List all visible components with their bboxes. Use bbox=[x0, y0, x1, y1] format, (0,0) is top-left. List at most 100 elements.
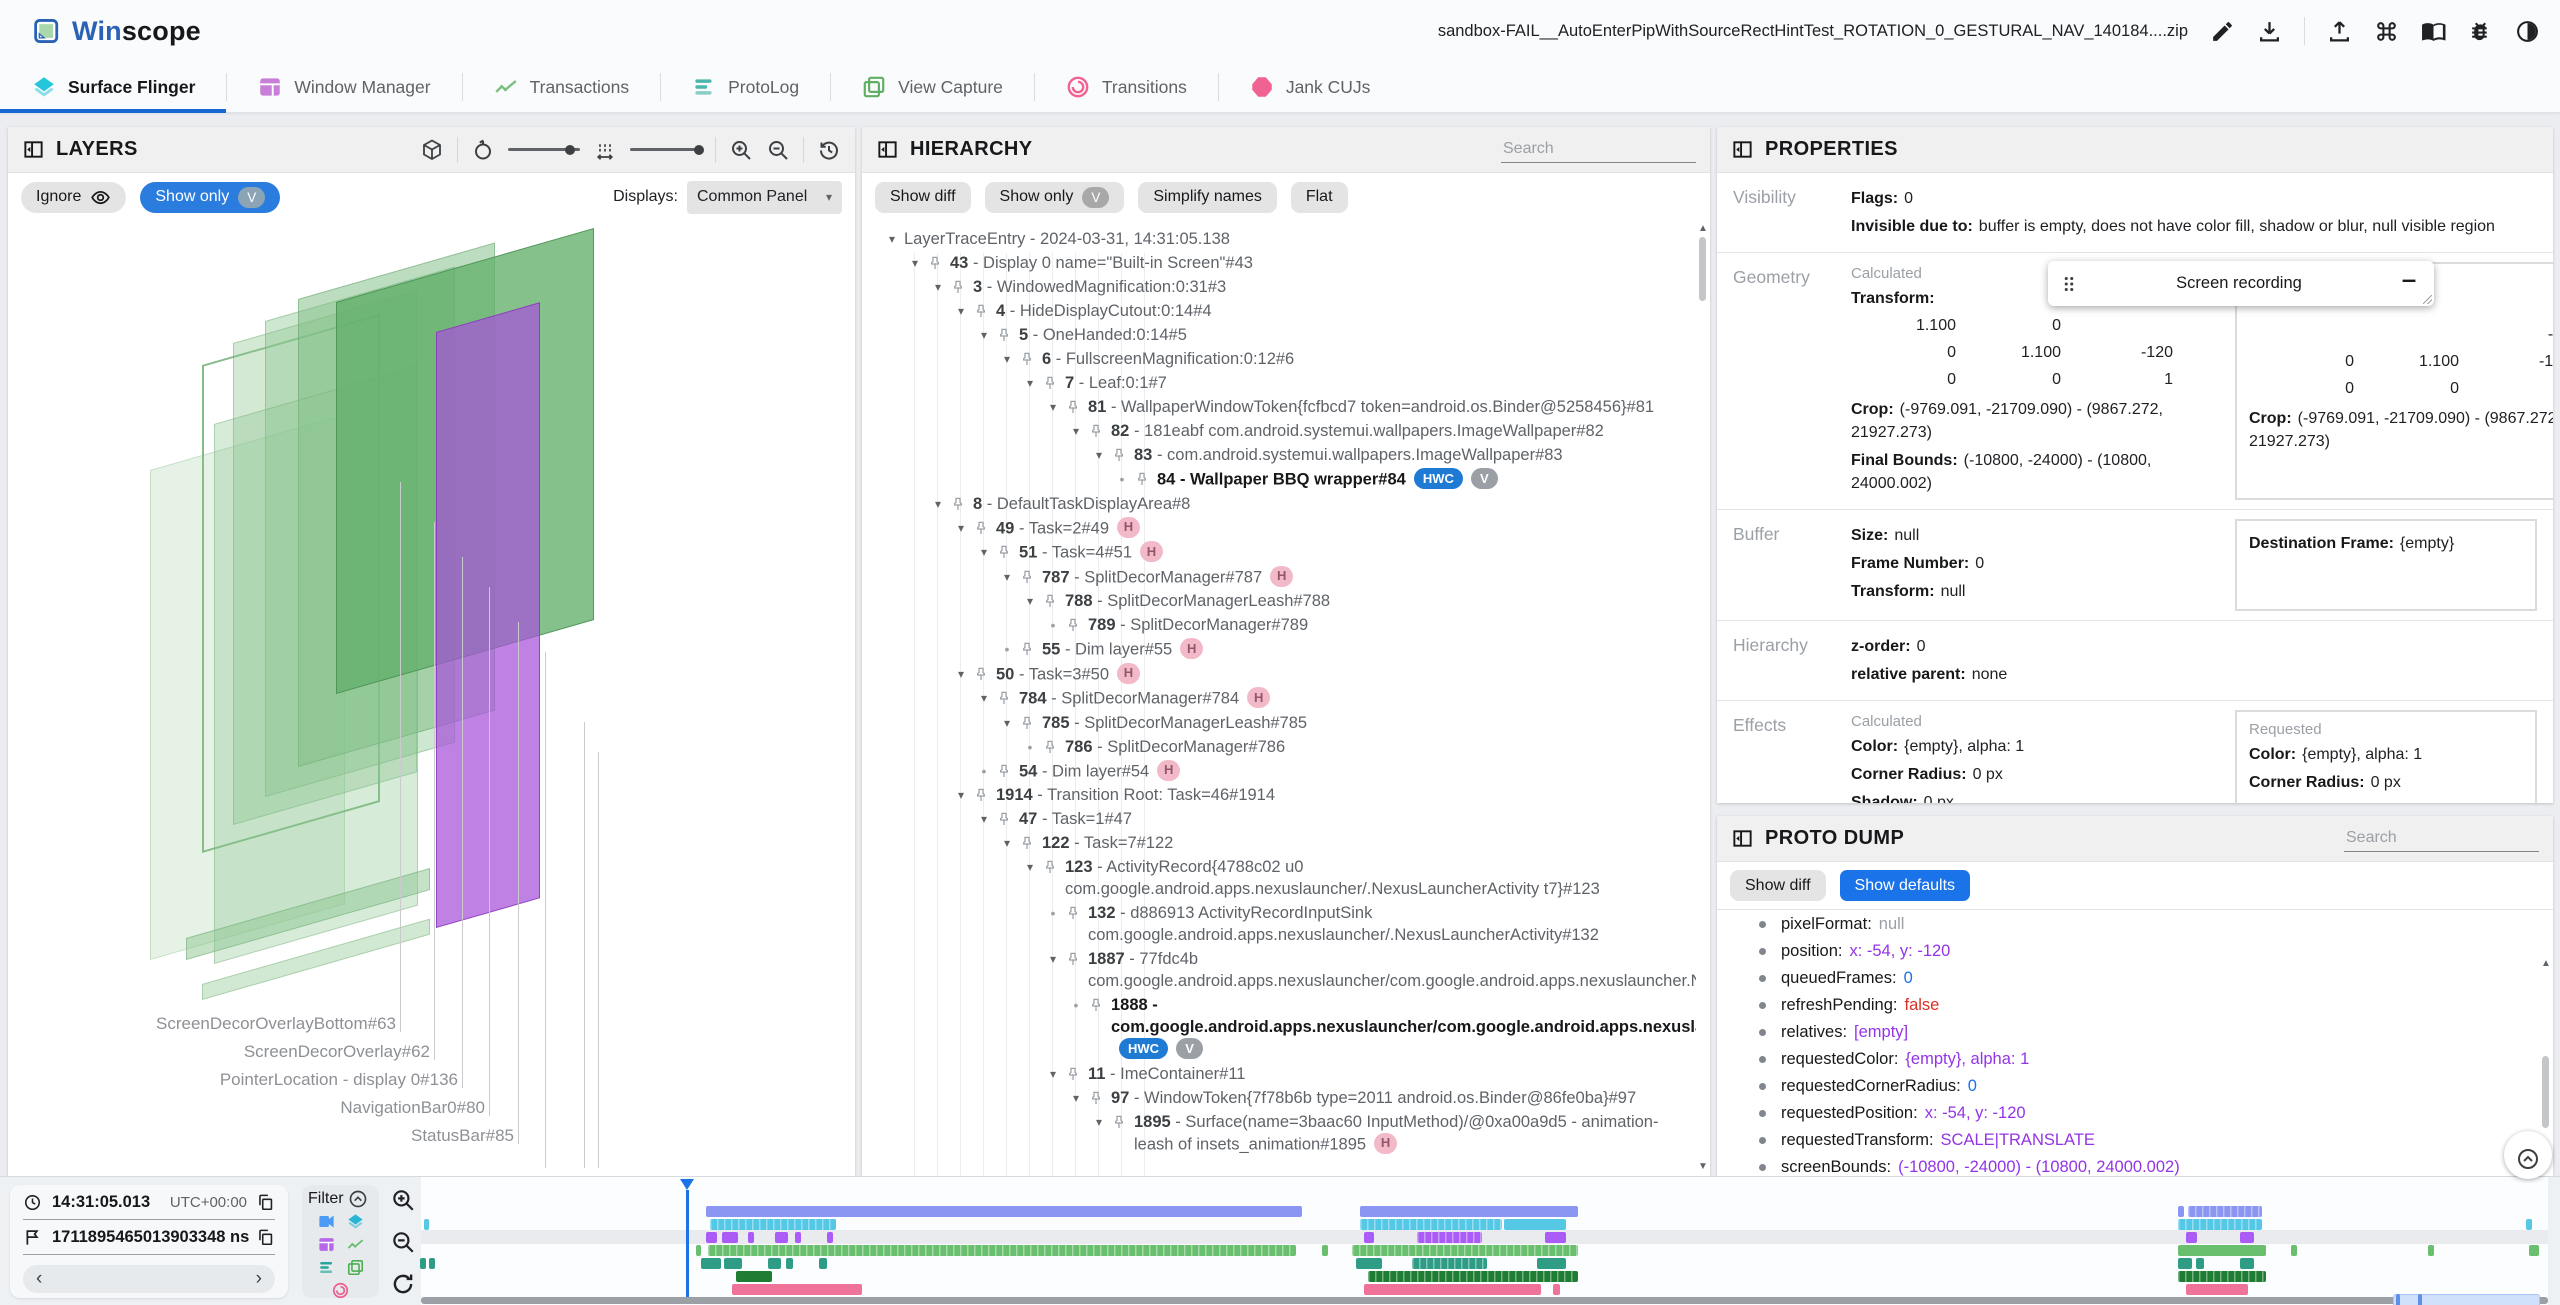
expand-arrow-icon[interactable]: ▾ bbox=[926, 276, 950, 298]
tree-node[interactable]: ▾ 6 - FullscreenMagnification:0:12#6 bbox=[866, 347, 1696, 371]
expand-arrow-icon[interactable]: ▾ bbox=[1064, 420, 1088, 442]
hierarchy-scrollbar[interactable]: ▲ ▼ bbox=[1698, 223, 1708, 1172]
minimize-icon[interactable] bbox=[2398, 273, 2420, 295]
tree-node[interactable]: ▾ 49 - Task=2#49 H bbox=[866, 516, 1696, 541]
keyboard-shortcuts-icon[interactable] bbox=[2374, 19, 2399, 44]
tree-node[interactable]: ▾ 5 - OneHanded:0:14#5 bbox=[866, 323, 1696, 347]
proto-dump-search-input[interactable] bbox=[2344, 825, 2539, 852]
timeline-cursor[interactable] bbox=[686, 1190, 689, 1297]
expand-arrow-icon[interactable]: ▾ bbox=[1087, 1111, 1111, 1133]
pin-icon[interactable] bbox=[1111, 444, 1134, 463]
pin-icon[interactable] bbox=[1065, 614, 1088, 633]
expand-arrow-icon[interactable]: ▾ bbox=[972, 541, 996, 563]
pin-icon[interactable] bbox=[927, 252, 950, 271]
tab-transitions[interactable]: Transitions bbox=[1033, 62, 1218, 112]
expand-arrow-icon[interactable]: ▾ bbox=[972, 687, 996, 709]
tree-node[interactable]: • 84 - Wallpaper BBQ wrapper#84 HWC V bbox=[866, 467, 1696, 492]
scrubber-mark[interactable] bbox=[2418, 1294, 2422, 1305]
layer-name-label[interactable]: NavigationBar0#80 bbox=[340, 1098, 485, 1118]
pin-icon[interactable] bbox=[1019, 832, 1042, 851]
proto-property-row[interactable]: relatives: [empty] bbox=[1717, 1019, 2539, 1046]
screen-recording-filter-icon[interactable] bbox=[317, 1212, 336, 1231]
transactions-filter-icon[interactable] bbox=[346, 1235, 365, 1254]
frame-step-control[interactable]: ‹ › bbox=[23, 1265, 275, 1293]
tree-node[interactable]: • 132 - d886913 ActivityRecordInputSink c… bbox=[866, 901, 1696, 947]
panel-icon[interactable] bbox=[22, 138, 45, 161]
displays-dropdown[interactable]: Common Panel ▾ bbox=[687, 180, 842, 214]
zoom-in-icon[interactable] bbox=[729, 138, 753, 162]
scroll-down-icon[interactable]: ▼ bbox=[1698, 1161, 1708, 1172]
show-diff-button[interactable]: Show diff bbox=[1730, 870, 1826, 901]
proto-property-row[interactable]: requestedPosition: x: -54, y: -120 bbox=[1717, 1100, 2539, 1127]
tree-node[interactable]: ▾ 1887 - 77fdc4b com.google.android.apps.… bbox=[866, 947, 1696, 993]
show-diff-button[interactable]: Show diff bbox=[875, 181, 971, 213]
surface-flinger-filter-icon[interactable] bbox=[346, 1212, 365, 1231]
pin-icon[interactable] bbox=[950, 276, 973, 295]
tree-node[interactable]: ▾ 81 - WallpaperWindowToken{fcfbcd7 token… bbox=[866, 395, 1696, 419]
expand-arrow-icon[interactable]: ▾ bbox=[949, 300, 973, 322]
collapse-filter-icon[interactable] bbox=[348, 1189, 368, 1209]
timeline-reset-icon[interactable] bbox=[390, 1271, 416, 1297]
expand-timeline-button[interactable] bbox=[2504, 1131, 2552, 1179]
scrubber-selection[interactable] bbox=[2393, 1294, 2540, 1305]
pin-icon[interactable] bbox=[1134, 468, 1157, 487]
download-traces-icon[interactable] bbox=[2257, 19, 2282, 44]
hierarchy-search-input[interactable] bbox=[1501, 136, 1696, 163]
panel-icon[interactable] bbox=[1731, 138, 1754, 161]
expand-arrow-icon[interactable]: ▾ bbox=[1018, 856, 1042, 878]
tree-node[interactable]: • 55 - Dim layer#55 H bbox=[866, 637, 1696, 662]
upload-icon[interactable] bbox=[2327, 19, 2352, 44]
pin-icon[interactable] bbox=[1065, 1063, 1088, 1082]
proto-property-row[interactable]: pixelFormat: null bbox=[1717, 911, 2539, 938]
expand-arrow-icon[interactable]: ▾ bbox=[995, 348, 1019, 370]
layers-3d-view[interactable]: ScreenDecorOverlayBottom#63 ScreenDecorOv… bbox=[8, 222, 855, 1176]
tree-node[interactable]: ▾ 3 - WindowedMagnification:0:31#3 bbox=[866, 275, 1696, 299]
tab-window-manager[interactable]: Window Manager bbox=[226, 62, 461, 112]
expand-arrow-icon[interactable]: ▾ bbox=[995, 712, 1019, 734]
nanoseconds-value[interactable]: 1711895465013903348 ns bbox=[52, 1228, 249, 1247]
tree-node[interactable]: • 786 - SplitDecorManager#786 bbox=[866, 735, 1696, 759]
current-time[interactable]: 14:31:05.013 bbox=[52, 1193, 150, 1212]
tree-node[interactable]: ▾ 51 - Task=4#51 H bbox=[866, 540, 1696, 565]
pin-icon[interactable] bbox=[996, 808, 1019, 827]
next-frame-icon[interactable]: › bbox=[256, 1268, 262, 1290]
expand-arrow-icon[interactable]: ▾ bbox=[926, 493, 950, 515]
expand-arrow-icon[interactable]: ▾ bbox=[1018, 590, 1042, 612]
proto-property-row[interactable]: refreshPending: false bbox=[1717, 992, 2539, 1019]
tree-node[interactable]: ▾ 1895 - Surface(name=3baac60 InputMethod… bbox=[866, 1110, 1696, 1157]
expand-arrow-icon[interactable]: ▾ bbox=[949, 517, 973, 539]
tab-jank-cujs[interactable]: Jank CUJs bbox=[1217, 62, 1402, 112]
pin-icon[interactable] bbox=[1065, 396, 1088, 415]
tree-node[interactable]: ▾ 8 - DefaultTaskDisplayArea#8 bbox=[866, 492, 1696, 516]
rotation-slider[interactable] bbox=[508, 144, 580, 155]
layer-spacing-icon[interactable] bbox=[593, 138, 617, 162]
drag-handle-icon[interactable] bbox=[2058, 273, 2080, 295]
pin-icon[interactable] bbox=[996, 324, 1019, 343]
flat-button[interactable]: Flat bbox=[1290, 181, 1348, 213]
tree-node[interactable]: ▾ 11 - ImeContainer#11 bbox=[866, 1062, 1696, 1086]
proto-property-row[interactable]: requestedColor: {empty}, alpha: 1 bbox=[1717, 1046, 2539, 1073]
pin-icon[interactable] bbox=[973, 517, 996, 536]
tree-node[interactable]: • 789 - SplitDecorManager#789 bbox=[866, 613, 1696, 637]
expand-arrow-icon[interactable]: ▾ bbox=[1064, 1087, 1088, 1109]
dark-mode-icon[interactable] bbox=[2515, 19, 2540, 44]
pin-icon[interactable] bbox=[1088, 420, 1111, 439]
tab-view-capture[interactable]: View Capture bbox=[830, 62, 1034, 112]
tree-node[interactable]: ▾ 122 - Task=7#122 bbox=[866, 831, 1696, 855]
expand-arrow-icon[interactable]: ▾ bbox=[903, 252, 927, 274]
pin-icon[interactable] bbox=[996, 541, 1019, 560]
expand-arrow-icon[interactable]: ▾ bbox=[1041, 948, 1065, 970]
pin-icon[interactable] bbox=[1065, 948, 1088, 967]
previous-frame-icon[interactable]: ‹ bbox=[36, 1268, 42, 1290]
simplify-names-button[interactable]: Simplify names bbox=[1138, 181, 1277, 213]
transitions-filter-icon[interactable] bbox=[331, 1281, 350, 1300]
pin-icon[interactable] bbox=[1019, 566, 1042, 585]
copy-time-icon[interactable] bbox=[256, 1193, 275, 1212]
pin-icon[interactable] bbox=[996, 760, 1019, 779]
documentation-icon[interactable] bbox=[2421, 19, 2446, 44]
layer-name-label[interactable]: ScreenDecorOverlay#62 bbox=[244, 1042, 430, 1062]
expand-arrow-icon[interactable]: ▾ bbox=[1041, 1063, 1065, 1085]
ignore-button[interactable]: Ignore bbox=[21, 181, 127, 213]
tree-node[interactable]: ▾ 784 - SplitDecorManager#784 H bbox=[866, 686, 1696, 711]
tree-node[interactable]: ▾ 788 - SplitDecorManagerLeash#788 bbox=[866, 589, 1696, 613]
